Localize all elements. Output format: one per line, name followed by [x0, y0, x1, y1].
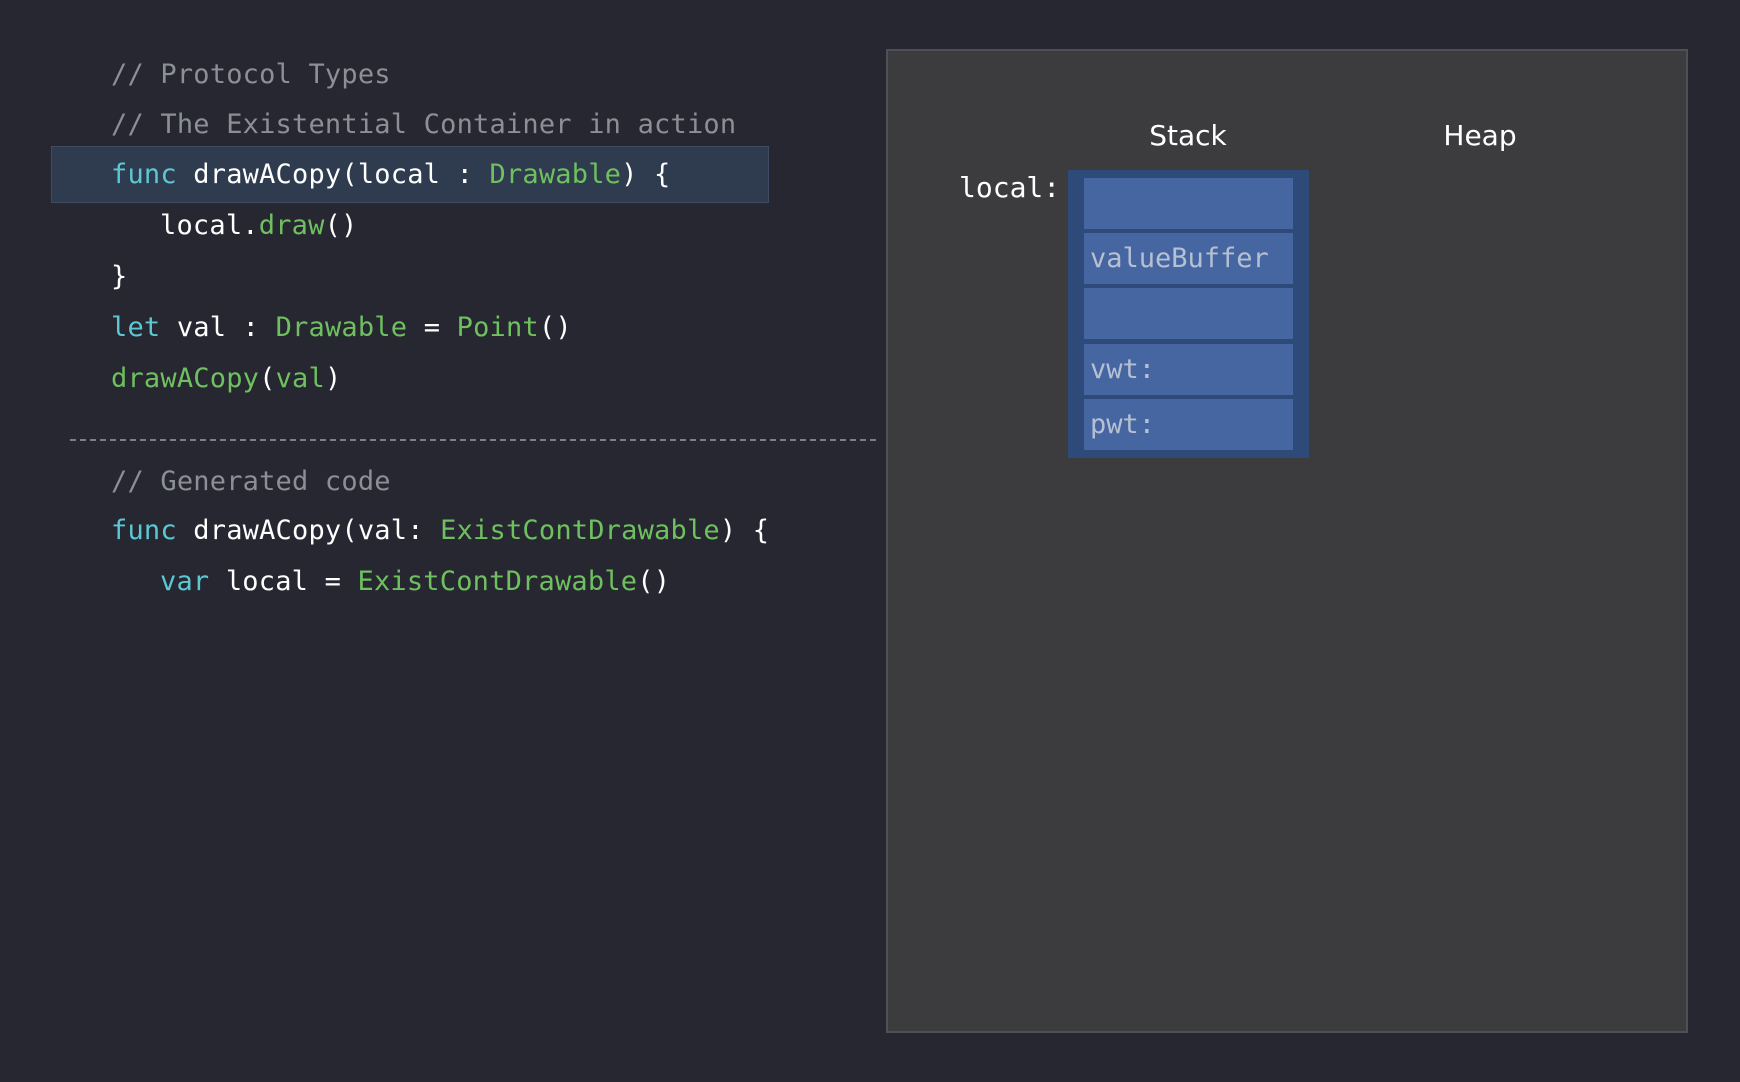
open-paren: (	[259, 363, 276, 394]
var-declaration: local =	[209, 566, 358, 597]
var-constructor-parens: ()	[637, 566, 671, 597]
keyword-func: func	[111, 515, 177, 546]
comment-protocol-types: // Protocol Types	[111, 59, 391, 90]
func-signature: drawACopy(local :	[176, 159, 490, 190]
call-parens: ()	[324, 210, 358, 241]
method-draw: draw	[258, 210, 325, 241]
type-existcontdrawable: ExistContDrawable	[357, 566, 638, 597]
object-local: local.	[160, 210, 259, 241]
code-line-let-val: let val : Drawable = Point()	[111, 312, 572, 344]
type-drawable: Drawable	[489, 159, 622, 190]
generated-func-signature: drawACopy(val:	[176, 515, 441, 546]
close-paren: )	[324, 363, 342, 394]
value-buffer-cell-1	[1084, 178, 1293, 229]
keyword-func: func	[111, 159, 177, 190]
local-variable-label: local:	[959, 171, 1061, 204]
heap-heading: Heap	[1443, 119, 1517, 152]
pwt-cell: pwt:	[1084, 399, 1293, 450]
function-drawacopy: drawACopy	[111, 363, 260, 394]
code-line-local-draw: local.draw()	[160, 210, 357, 242]
generated-func-tail: ) {	[719, 515, 770, 546]
dashed-divider	[70, 439, 876, 441]
type-existcontdrawable: ExistContDrawable	[440, 515, 720, 546]
code-line-var-local: var local = ExistContDrawable()	[160, 566, 670, 598]
vwt-cell: vwt:	[1084, 344, 1293, 395]
func-signature-tail: ) {	[621, 159, 671, 190]
argument-val: val	[275, 363, 325, 394]
type-drawable: Drawable	[275, 312, 408, 343]
code-line-func-drawacopy: func drawACopy(local : Drawable) {	[111, 159, 671, 191]
code-line-close-brace: }	[111, 261, 128, 292]
keyword-var: var	[160, 566, 210, 597]
code-line-generated-func: func drawACopy(val: ExistContDrawable) {	[111, 515, 769, 547]
existential-container: valueBuffer vwt: pwt:	[1068, 170, 1309, 458]
constructor-point: Point	[456, 312, 539, 343]
keyword-let: let	[111, 312, 161, 343]
comment-existential-container: // The Existential Container in action	[111, 109, 737, 140]
let-declaration: val :	[160, 312, 276, 343]
stack-heading: Stack	[1149, 119, 1227, 152]
code-line-drawacopy-call: drawACopy(val)	[111, 363, 341, 395]
comment-generated-code: // Generated code	[111, 466, 391, 497]
constructor-parens: ()	[538, 312, 572, 343]
value-buffer-cell-2: valueBuffer	[1084, 233, 1293, 284]
assign-operator: =	[407, 312, 457, 343]
value-buffer-cell-3	[1084, 288, 1293, 339]
